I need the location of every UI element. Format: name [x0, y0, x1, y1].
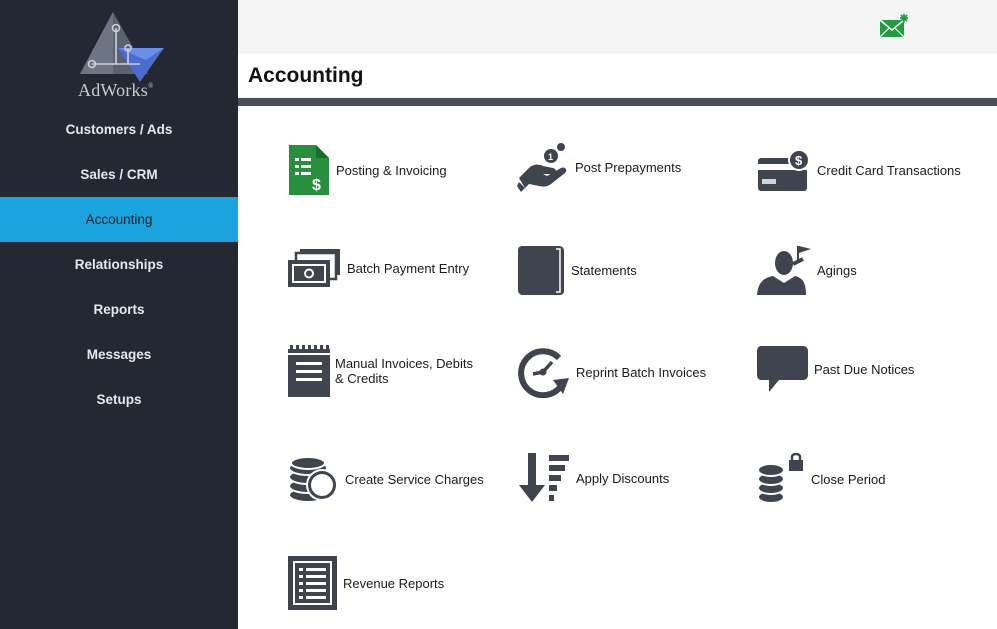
- tile-label: Revenue Reports: [343, 575, 445, 591]
- book-icon: [518, 246, 564, 295]
- tile-batch-payment-entry[interactable]: Batch Payment Entry: [288, 248, 469, 288]
- tile-post-prepayments[interactable]: 1 Post Prepayments: [517, 142, 681, 192]
- app-window: AdWorks® Customers / Ads Sales / CRM Acc…: [0, 0, 997, 629]
- title-divider: [238, 98, 997, 106]
- tile-label: Post Prepayments: [575, 159, 682, 175]
- tile-create-service-charges[interactable]: Create Service Charges: [288, 455, 484, 503]
- tile-label: Past Due Notices: [814, 361, 915, 377]
- tile-statements[interactable]: Statements: [517, 244, 637, 296]
- tile-label: Credit Card Transactions: [817, 162, 961, 178]
- tile-label: Agings: [817, 262, 857, 278]
- tile-credit-card-transactions[interactable]: $ Credit Card Transactions: [758, 148, 961, 192]
- tile-label: Close Period: [811, 471, 886, 487]
- sidebar-item-accounting[interactable]: Accounting: [0, 197, 238, 242]
- tile-label: Posting & Invoicing: [336, 162, 447, 178]
- tile-posting-invoicing[interactable]: $ Posting & Invoicing: [288, 144, 447, 196]
- tile-label: Reprint Batch Invoices: [576, 364, 707, 380]
- report-list-icon: [288, 556, 337, 610]
- sidebar-item-relationships[interactable]: Relationships: [0, 242, 238, 287]
- invoice-document-icon: $: [289, 145, 329, 195]
- svg-text:$: $: [312, 177, 321, 194]
- sidebar-item-customers-ads[interactable]: Customers / Ads: [0, 107, 238, 152]
- tile-reprint-batch-invoices[interactable]: Reprint Batch Invoices: [517, 346, 706, 398]
- sidebar-item-messages[interactable]: Messages: [0, 332, 238, 377]
- svg-text:$: $: [795, 153, 803, 168]
- person-flag-icon: [757, 246, 811, 295]
- tile-label: Batch Payment Entry: [347, 260, 470, 276]
- credit-card-dollar-icon: $: [758, 149, 810, 191]
- tile-agings[interactable]: Agings: [757, 244, 857, 296]
- sidebar-nav: Customers / Ads Sales / CRM Accounting R…: [0, 107, 238, 422]
- tile-manual-invoices[interactable]: Manual Invoices, Debits & Credits: [288, 345, 485, 397]
- tile-label: Statements: [571, 262, 637, 278]
- top-bar: [238, 0, 997, 54]
- tile-apply-discounts[interactable]: Apply Discounts: [519, 453, 669, 503]
- logo-wordmark: AdWorks®: [78, 80, 154, 100]
- sort-descending-icon: [519, 453, 569, 502]
- sidebar-item-setups[interactable]: Setups: [0, 377, 238, 422]
- sidebar-item-reports[interactable]: Reports: [0, 287, 238, 332]
- envelope-notification-icon[interactable]: [879, 13, 909, 39]
- tile-revenue-reports[interactable]: Revenue Reports: [288, 556, 444, 610]
- cash-stack-icon: [288, 249, 340, 287]
- tile-label: Manual Invoices, Debits & Credits: [335, 356, 474, 386]
- page-title: Accounting: [248, 64, 364, 87]
- tile-close-period[interactable]: Close Period: [757, 453, 885, 505]
- hand-coin-icon: 1: [517, 143, 567, 192]
- database-lock-icon: [757, 453, 803, 504]
- sidebar: AdWorks® Customers / Ads Sales / CRM Acc…: [0, 0, 238, 629]
- sidebar-item-sales-crm[interactable]: Sales / CRM: [0, 152, 238, 197]
- tile-label: Create Service Charges: [345, 471, 484, 487]
- clock-refresh-icon: [518, 348, 569, 398]
- tile-past-due-notices[interactable]: Past Due Notices: [757, 345, 914, 393]
- coin-stack-icon: [288, 456, 338, 503]
- tile-label: Apply Discounts: [576, 470, 670, 486]
- speech-bubble-icon: [757, 346, 808, 392]
- notepad-icon: [288, 345, 330, 397]
- svg-text:1: 1: [548, 152, 553, 162]
